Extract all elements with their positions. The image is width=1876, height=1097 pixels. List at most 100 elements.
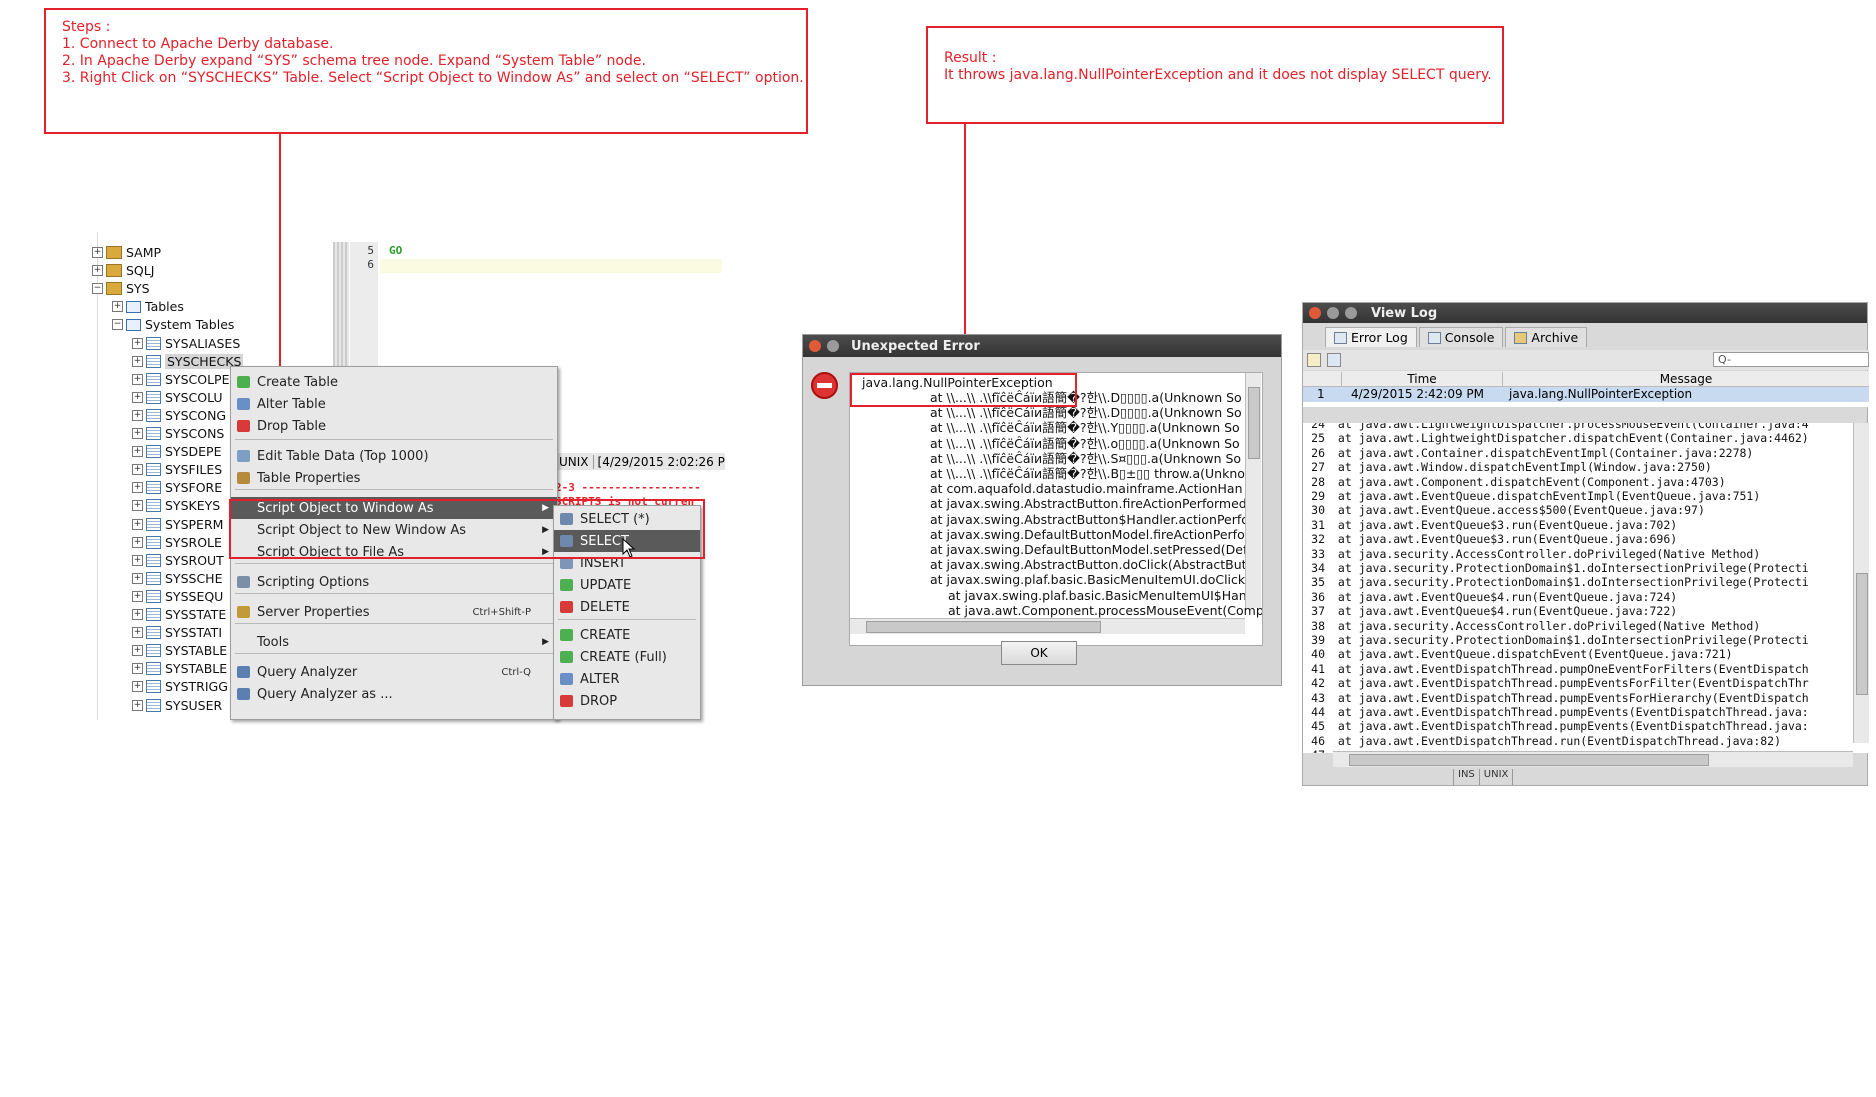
tree-node[interactable]: + SYSSCHE (132, 570, 222, 587)
menu-item[interactable]: Scripting Options (231, 571, 557, 593)
submenu-item[interactable]: ALTER (554, 668, 700, 690)
tree-node[interactable]: + SYSTABLE (132, 660, 227, 677)
menu-item[interactable]: Script Object to Window As ▶ (231, 497, 557, 519)
log-vertical-scrollbar[interactable] (1853, 423, 1869, 743)
stack-vertical-scrollbar[interactable] (1245, 373, 1261, 608)
minimize-icon[interactable] (827, 340, 839, 352)
menu-item[interactable]: Query Analyzer as ... (231, 683, 557, 705)
ok-button[interactable]: OK (1001, 641, 1077, 665)
expand-icon[interactable]: + (132, 391, 143, 403)
minimize-icon[interactable] (1327, 307, 1339, 319)
tree-node[interactable]: + SYSCOLPE (132, 371, 229, 388)
expand-icon[interactable]: + (112, 301, 123, 313)
tree-node[interactable]: + SYSTABLE (132, 642, 227, 659)
expand-icon[interactable]: + (132, 681, 143, 693)
splitter[interactable] (333, 242, 349, 372)
menu-item[interactable]: Table Properties (231, 467, 557, 489)
tree-node[interactable]: + SYSCHECKS (132, 353, 244, 370)
schema-tree[interactable]: + SAMP + SQLJ − SYS + Tables − System Tables + SYSA… (92, 244, 252, 724)
menu-item[interactable]: Edit Table Data (Top 1000) (231, 445, 557, 467)
expand-icon[interactable]: + (132, 428, 143, 439)
table-row[interactable]: 1 4/29/2015 2:42:09 PM java.lang.NullPoi… (1303, 387, 1869, 402)
expand-icon[interactable]: + (132, 536, 143, 548)
close-icon[interactable] (809, 340, 821, 352)
tab-archive[interactable]: Archive (1505, 327, 1588, 347)
submenu-item[interactable]: SELECT (*) (554, 508, 700, 530)
tree-node[interactable]: + SYSCONG (132, 407, 226, 424)
log-line-number: 27 (1311, 460, 1325, 475)
menu-item[interactable]: Query Analyzer Ctrl-Q (231, 661, 557, 683)
tree-node[interactable]: + SYSSTATI (132, 624, 222, 641)
expand-icon[interactable]: + (132, 446, 143, 458)
tree-node[interactable]: + SYSCONS (132, 425, 224, 442)
expand-icon[interactable]: + (132, 373, 143, 385)
expand-icon[interactable]: + (132, 572, 143, 584)
tree-node[interactable]: + SYSALIASES (132, 335, 240, 352)
expand-icon[interactable]: + (132, 554, 143, 566)
tree-node[interactable]: + SYSFILES (132, 461, 222, 478)
tree-node[interactable]: + SAMP (92, 244, 161, 261)
expand-icon[interactable]: + (132, 645, 143, 657)
tree-node[interactable]: + SYSROLE (132, 534, 222, 551)
menu-item[interactable]: Drop Table (231, 415, 557, 437)
stack-horizontal-scrollbar[interactable] (850, 618, 1245, 634)
tree-node[interactable]: + SYSSTATE (132, 606, 226, 623)
collapse-icon[interactable]: − (112, 319, 123, 331)
tab-error-log[interactable]: Error Log (1325, 327, 1417, 347)
tree-node[interactable]: + SQLJ (92, 262, 154, 279)
submenu-item[interactable]: UPDATE (554, 574, 700, 596)
submenu-item[interactable]: DELETE (554, 596, 700, 618)
table-icon (146, 535, 161, 549)
menu-item[interactable]: Create Table (231, 371, 557, 393)
menu-item[interactable]: Server Properties Ctrl+Shift-P (231, 601, 557, 623)
tree-node[interactable]: + SYSCOLU (132, 389, 223, 406)
tree-node[interactable]: + SYSSEQU (132, 588, 223, 605)
tree-node[interactable]: + SYSUSER (132, 697, 222, 714)
expand-icon[interactable]: + (132, 355, 143, 367)
expand-icon[interactable]: + (132, 699, 143, 711)
expand-icon[interactable]: + (132, 609, 143, 620)
expand-icon[interactable]: + (132, 482, 143, 494)
column-header-message[interactable]: Message (1503, 372, 1869, 386)
expand-icon[interactable]: + (92, 247, 103, 258)
expand-icon[interactable]: + (132, 590, 143, 602)
code-editor[interactable]: GO (380, 242, 722, 372)
close-icon[interactable] (1309, 307, 1321, 319)
submenu-item[interactable]: DROP (554, 690, 700, 712)
menu-item[interactable]: Script Object to File As ▶ (231, 541, 557, 563)
expand-icon[interactable]: + (132, 663, 143, 675)
edit-icon[interactable] (1307, 353, 1321, 367)
copy-icon[interactable] (1327, 353, 1341, 367)
tree-node[interactable]: + SYSFORE (132, 479, 222, 496)
tree-node[interactable]: + SYSKEYS (132, 497, 220, 514)
submenu-item[interactable]: CREATE (554, 624, 700, 646)
log-detail-area[interactable]: 24 at java.awt.LightweightDispatcher.pro… (1303, 423, 1869, 753)
maximize-icon[interactable] (1345, 307, 1357, 319)
submenu-item[interactable]: CREATE (Full) (554, 646, 700, 668)
expand-icon[interactable]: + (132, 409, 143, 421)
stack-trace-area[interactable]: java.lang.NullPointerException at \\...\… (849, 372, 1263, 646)
tree-node[interactable]: + SYSDEPE (132, 443, 221, 460)
expand-icon[interactable]: + (92, 265, 103, 277)
tree-node[interactable]: + Tables (112, 298, 184, 315)
menu-item[interactable]: Script Object to New Window As ▶ (231, 519, 557, 541)
expand-icon[interactable]: + (132, 500, 143, 512)
expand-icon[interactable]: + (132, 518, 143, 530)
tree-node[interactable]: − System Tables (112, 316, 234, 333)
expand-icon[interactable]: + (132, 337, 143, 349)
tree-node[interactable]: + SYSTRIGG (132, 678, 228, 695)
tab-console[interactable]: Console (1418, 327, 1504, 347)
log-search-input[interactable]: Q- (1713, 352, 1869, 367)
context-menu[interactable]: Create Table Alter Table Drop Table Edit Ta… (230, 366, 558, 720)
expand-icon[interactable]: + (132, 627, 143, 639)
log-horizontal-scrollbar[interactable] (1333, 751, 1853, 767)
menu-item[interactable]: Alter Table (231, 393, 557, 415)
tree-node[interactable]: − SYS (92, 280, 150, 297)
collapse-icon[interactable]: − (92, 283, 103, 295)
expand-icon[interactable]: + (132, 464, 143, 476)
tree-node[interactable]: + SYSROUT (132, 552, 224, 569)
log-line-number: 45 (1311, 719, 1325, 734)
column-header-time[interactable]: Time (1341, 372, 1503, 386)
tree-node[interactable]: + SYSPERM (132, 516, 223, 533)
menu-item[interactable]: Tools ▶ (231, 631, 557, 653)
